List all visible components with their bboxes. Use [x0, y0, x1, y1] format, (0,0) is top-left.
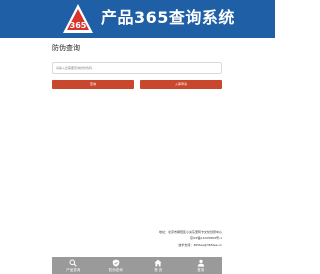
anti-counterfeit-code-input[interactable] [52, 62, 222, 74]
tab-anti-counterfeit[interactable]: 防伪查询 [95, 257, 138, 274]
footer-contact: 技术支持：365tea@365tea.cn [178, 243, 222, 247]
app-title: 产品365查询系统 [101, 8, 235, 27]
search-icon [69, 259, 77, 267]
stock-application-button[interactable]: 入库申请 [140, 80, 222, 89]
bottom-tab-bar: 产品查询 防伪查询 首 页 登录 [52, 257, 222, 274]
home-icon [154, 259, 162, 267]
tab-label: 产品查询 [66, 268, 81, 272]
tab-home[interactable]: 首 页 [137, 257, 180, 274]
triangle-365-logo-icon: 365 [63, 4, 93, 33]
footer-address: 地址：北京市朝阳区小关东里阿卡文化创意中心 [158, 230, 222, 234]
tab-label: 登录 [197, 268, 205, 272]
tab-login[interactable]: 登录 [180, 257, 223, 274]
footer-icp: 京ICP备11005869号-1 [189, 236, 222, 240]
section-title: 防伪查询 [52, 44, 80, 52]
shield-icon [112, 259, 119, 267]
query-button[interactable]: 查询 [52, 80, 134, 89]
tab-product-query[interactable]: 产品查询 [52, 257, 95, 274]
app-header: 365 产品365查询系统 [0, 0, 275, 38]
user-icon [197, 259, 204, 267]
logo-text: 365 [70, 21, 87, 30]
tab-label: 首 页 [154, 268, 163, 272]
tab-label: 防伪查询 [108, 268, 123, 272]
